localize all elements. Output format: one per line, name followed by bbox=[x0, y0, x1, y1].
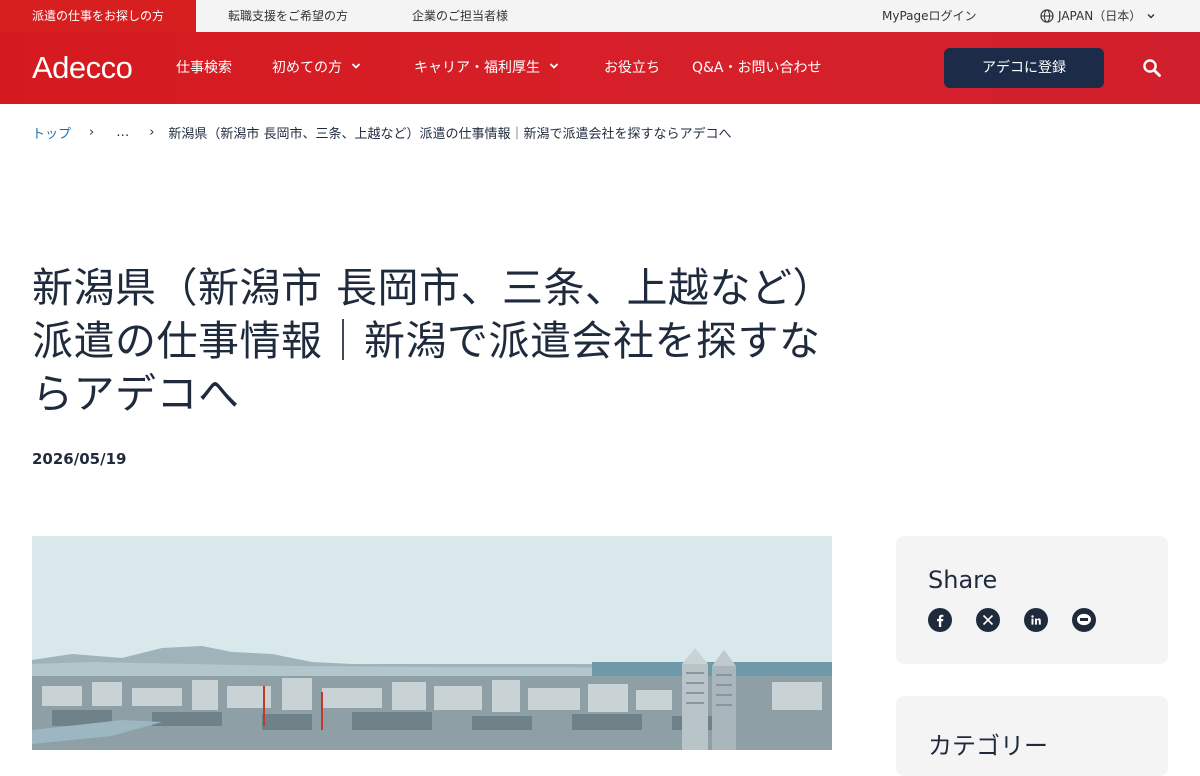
tab-job-seekers[interactable]: 派遣の仕事をお探しの方 bbox=[0, 0, 196, 32]
category-title: カテゴリー bbox=[928, 732, 1048, 760]
hero-image bbox=[32, 536, 832, 750]
linkedin-icon[interactable] bbox=[1024, 608, 1048, 632]
share-title: Share bbox=[928, 566, 998, 594]
chevron-right-icon: › bbox=[149, 124, 155, 140]
nav-qa-contact-label: Q&A・お問い合わせ bbox=[692, 60, 822, 76]
language-label: JAPAN（日本） bbox=[1058, 9, 1142, 23]
nav-first-time-label: 初めての方 bbox=[272, 60, 342, 76]
publish-date: 2026/05/19 bbox=[32, 450, 127, 468]
globe-icon bbox=[1040, 9, 1054, 23]
main-navigation: Adecco 仕事検索 初めての方 キャリア・福利厚生 お役立ち Q&A・お問い… bbox=[0, 32, 1200, 104]
nav-useful-info-label: お役立ち bbox=[604, 60, 660, 76]
breadcrumb-home-link[interactable]: トップ bbox=[32, 123, 71, 142]
category-panel: カテゴリー bbox=[896, 696, 1168, 776]
language-selector[interactable]: JAPAN（日本） bbox=[1040, 0, 1157, 32]
mypage-login-link[interactable]: MyPageログイン bbox=[882, 0, 977, 32]
breadcrumb-current: 新潟県（新潟市 長岡市、三条、上越など）派遣の仕事情報｜新潟で派遣会社を探すなら… bbox=[168, 126, 732, 142]
tab-corporate[interactable]: 企業のご担当者様 bbox=[380, 0, 560, 32]
nav-career-benefits[interactable]: キャリア・福利厚生 bbox=[414, 32, 560, 104]
chevron-down-icon bbox=[350, 33, 362, 103]
x-icon[interactable] bbox=[976, 608, 1000, 632]
chevron-down-icon bbox=[548, 33, 560, 103]
share-panel: Share bbox=[896, 536, 1168, 664]
nav-useful-info[interactable]: お役立ち bbox=[604, 32, 660, 104]
register-button[interactable]: アデコに登録 bbox=[944, 48, 1104, 88]
tab-career-change[interactable]: 転職支援をご希望の方 bbox=[196, 0, 380, 32]
line-icon[interactable] bbox=[1072, 608, 1096, 632]
nav-job-search-label: 仕事検索 bbox=[176, 60, 232, 76]
page-title: 新潟県（新潟市 長岡市、三条、上越など）派遣の仕事情報｜新潟で派遣会社を探すなら… bbox=[32, 264, 821, 418]
nav-job-search[interactable]: 仕事検索 bbox=[176, 32, 232, 104]
nav-career-benefits-label: キャリア・福利厚生 bbox=[414, 60, 540, 76]
utility-bar: 派遣の仕事をお探しの方 転職支援をご希望の方 企業のご担当者様 MyPageログ… bbox=[0, 0, 1200, 32]
facebook-icon[interactable] bbox=[928, 608, 952, 632]
nav-first-time[interactable]: 初めての方 bbox=[272, 32, 362, 104]
adecco-logo[interactable]: Adecco bbox=[32, 50, 133, 86]
share-icon-list bbox=[928, 608, 1096, 632]
nav-qa-contact[interactable]: Q&A・お問い合わせ bbox=[692, 32, 822, 104]
search-icon[interactable] bbox=[1142, 58, 1162, 78]
chevron-down-icon bbox=[1145, 10, 1157, 22]
breadcrumb-ellipsis[interactable]: … bbox=[116, 125, 129, 140]
chevron-right-icon: › bbox=[89, 124, 95, 140]
breadcrumb: トップ › … › 新潟県（新潟市 長岡市、三条、上越など）派遣の仕事情報｜新潟… bbox=[32, 122, 732, 142]
